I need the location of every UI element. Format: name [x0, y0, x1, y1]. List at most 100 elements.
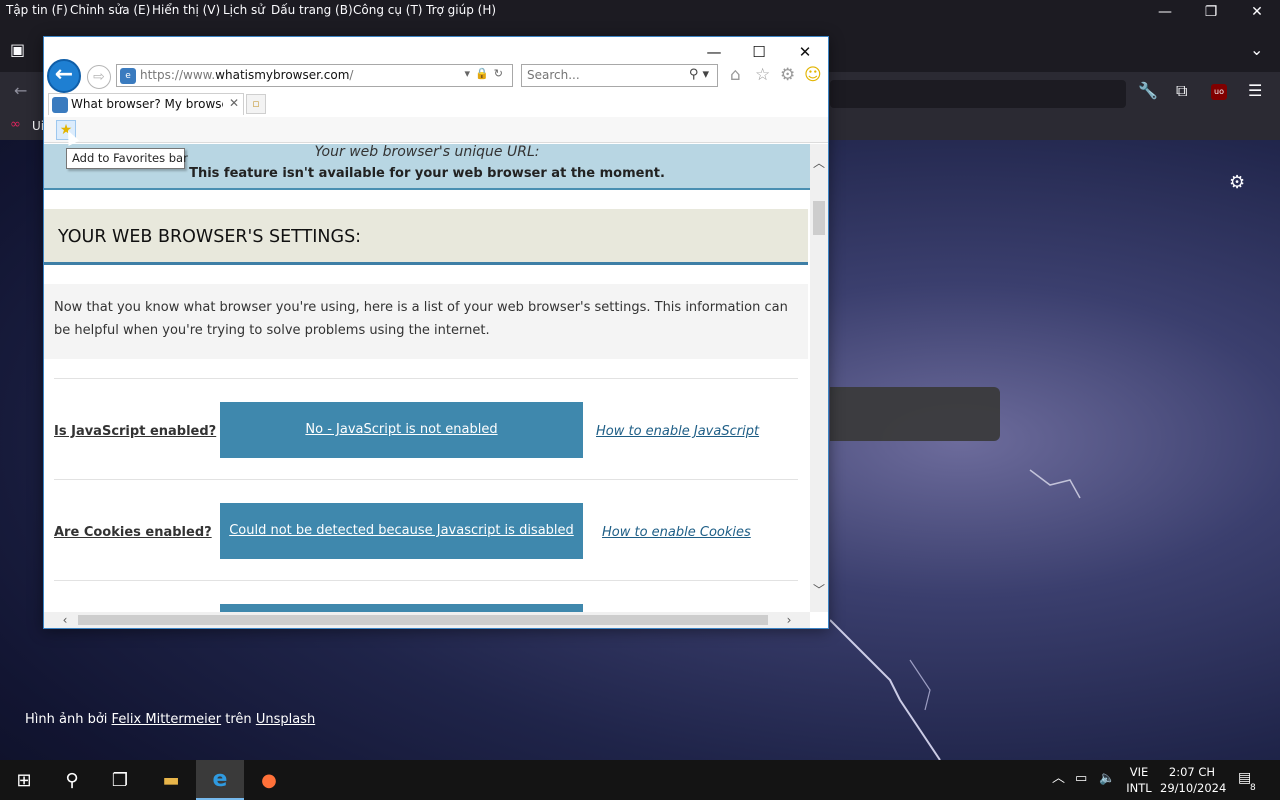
- firefox-view-icon[interactable]: ▣: [10, 40, 25, 59]
- address-suffix: /: [349, 68, 354, 82]
- tools-gear-icon[interactable]: ⚙: [780, 65, 795, 85]
- menu-hamburger-icon[interactable]: ☰: [1248, 81, 1262, 100]
- new-tab-button[interactable]: ▫: [246, 94, 266, 114]
- scroll-left-icon[interactable]: ‹: [56, 612, 74, 628]
- forward-arrow-icon: ⇨: [93, 69, 105, 85]
- tab-title: What browser? My browser...: [71, 97, 223, 111]
- settings-heading-box: YOUR WEB BROWSER'S SETTINGS:: [44, 209, 808, 265]
- address-bar[interactable]: e https://www.whatismybrowser.com/ ▾🔒↻: [116, 64, 513, 87]
- firefox-menubar: Tập tin (F) Chỉnh sửa (E) Hiển thị (V) L…: [0, 0, 1280, 24]
- task-view-icon[interactable]: ❐: [96, 760, 144, 800]
- photo-credit: Hình ảnh bởi Felix Mittermeier trên Unsp…: [25, 712, 315, 727]
- menu-bookmarks[interactable]: Dấu trang (B): [271, 3, 353, 17]
- setting-row-javascript: Is JavaScript enabled? No - JavaScript i…: [54, 378, 798, 479]
- lock-icon[interactable]: 🔒: [475, 67, 494, 80]
- address-text[interactable]: https://www.whatismybrowser.com/: [140, 68, 353, 82]
- credit-prefix: Hình ảnh bởi: [25, 712, 108, 727]
- settings-intro: Now that you know what browser you're us…: [44, 284, 808, 359]
- back-arrow-icon: ←: [54, 62, 74, 87]
- wrench-icon[interactable]: 🔧: [1138, 81, 1158, 100]
- smiley-feedback-icon[interactable]: ☺: [804, 65, 822, 85]
- scroll-right-icon[interactable]: ›: [780, 612, 798, 628]
- vertical-scroll-thumb[interactable]: [813, 201, 825, 235]
- notification-count: 8: [1250, 783, 1256, 793]
- address-actions: ▾🔒↻: [465, 67, 508, 80]
- list-tabs-icon[interactable]: ⌄: [1250, 40, 1263, 59]
- scroll-down-icon[interactable]: ﹀: [810, 581, 828, 599]
- scroll-up-icon[interactable]: ︿: [810, 154, 828, 172]
- favorites-star-icon[interactable]: ☆: [755, 65, 770, 85]
- javascript-status-button[interactable]: No - JavaScript is not enabled: [220, 402, 583, 458]
- start-windows-icon[interactable]: ⊞: [0, 760, 48, 800]
- clock-time: 2:07 CH: [1168, 765, 1216, 779]
- credit-mid: trên: [225, 712, 252, 727]
- setting-row-cookies: Are Cookies enabled? Could not be detect…: [54, 479, 798, 580]
- ff-back-icon[interactable]: ←: [14, 81, 27, 100]
- clock[interactable]: 2:07 CH 29/10/2024: [1160, 764, 1227, 796]
- menu-edit[interactable]: Chỉnh sửa (E): [70, 3, 150, 17]
- vertical-scrollbar[interactable]: ︿ ﹀: [810, 144, 828, 612]
- horizontal-scroll-thumb[interactable]: [78, 615, 768, 625]
- show-hidden-icons-icon[interactable]: ︿: [1052, 771, 1065, 787]
- tab-favicon-icon: [52, 97, 68, 113]
- home-icon[interactable]: ⌂: [730, 65, 741, 85]
- page-content: Your web browser's unique URL: This feat…: [44, 144, 810, 612]
- favorites-bar: ★: [44, 117, 828, 143]
- firefox-taskbar-icon[interactable]: ●: [245, 760, 293, 800]
- restore-icon[interactable]: ❐: [1196, 4, 1226, 24]
- lang-bottom: INTL: [1126, 781, 1152, 795]
- settings-gear-icon[interactable]: ⚙: [1229, 172, 1245, 193]
- enable-javascript-link[interactable]: How to enable JavaScript: [596, 424, 759, 439]
- search-box[interactable]: ⚲ ▾: [521, 64, 718, 87]
- menu-history[interactable]: Lịch sử: [223, 3, 265, 17]
- cookies-question-link[interactable]: Are Cookies enabled?: [54, 525, 212, 540]
- credit-author-link[interactable]: Felix Mittermeier: [112, 712, 222, 727]
- background-panel: [830, 387, 1000, 441]
- ie-chrome: — ☐ ✕ ← ⇨ e https://www.whatismybrowser.…: [44, 37, 828, 145]
- cookies-status-button[interactable]: Could not be detected because Javascript…: [220, 503, 583, 559]
- new-tab-icon: ▫: [252, 97, 260, 110]
- address-prefix: https://www.: [140, 68, 216, 82]
- tab-active[interactable]: What browser? My browser... ✕: [48, 93, 244, 115]
- windows-taskbar: ⊞ ⚲ ❐ ▬ e ● ︿ ▭ 🔈 VIE INTL 2:07 CH 29/10…: [0, 760, 1280, 800]
- site-favicon-icon: e: [120, 68, 136, 84]
- back-button[interactable]: ←: [47, 59, 81, 93]
- input-language-indicator[interactable]: VIE INTL: [1122, 764, 1156, 796]
- lightning-decoration: [830, 469, 1081, 760]
- bookmark-icon[interactable]: ∞: [10, 117, 21, 132]
- credit-site-link[interactable]: Unsplash: [256, 712, 315, 727]
- forward-button[interactable]: ⇨: [87, 65, 111, 89]
- menu-view[interactable]: Hiển thị (V): [152, 3, 220, 17]
- javascript-question-link[interactable]: Is JavaScript enabled?: [54, 424, 216, 439]
- firefox-url-field[interactable]: [830, 80, 1126, 108]
- lang-top: VIE: [1129, 765, 1149, 779]
- close-icon[interactable]: ✕: [1242, 4, 1272, 24]
- network-icon[interactable]: ▭: [1075, 771, 1087, 787]
- enable-cookies-link[interactable]: How to enable Cookies: [602, 525, 751, 540]
- next-status-button[interactable]: [220, 604, 583, 612]
- extensions-icon[interactable]: ⧉: [1176, 81, 1187, 101]
- setting-row-next: [54, 580, 798, 612]
- refresh-icon[interactable]: ↻: [494, 67, 508, 80]
- menu-tools[interactable]: Công cụ (T): [353, 3, 422, 17]
- ie-minimize-icon[interactable]: —: [697, 41, 731, 63]
- search-input[interactable]: [527, 68, 677, 82]
- horizontal-scrollbar[interactable]: ‹ ›: [44, 612, 810, 628]
- menu-help[interactable]: Trợ giúp (H): [426, 3, 496, 17]
- ie-maximize-icon[interactable]: ☐: [742, 41, 776, 63]
- file-explorer-icon[interactable]: ▬: [147, 760, 195, 800]
- menu-file[interactable]: Tập tin (F): [6, 3, 68, 17]
- ie-close-icon[interactable]: ✕: [788, 41, 822, 63]
- address-host: whatismybrowser.com: [215, 68, 350, 82]
- dropdown-icon[interactable]: ▾: [465, 67, 476, 80]
- clock-date: 29/10/2024: [1160, 781, 1227, 795]
- ie-window: — ☐ ✕ ← ⇨ e https://www.whatismybrowser.…: [43, 36, 829, 629]
- minimize-icon[interactable]: —: [1150, 4, 1180, 24]
- ublock-icon[interactable]: uo: [1211, 84, 1227, 100]
- search-icon[interactable]: ⚲ ▾: [689, 67, 709, 82]
- intro-text: Now that you know what browser you're us…: [54, 300, 788, 338]
- tab-close-icon[interactable]: ✕: [229, 96, 239, 110]
- internet-explorer-icon[interactable]: e: [196, 760, 244, 800]
- taskbar-search-icon[interactable]: ⚲: [48, 760, 96, 800]
- volume-muted-icon[interactable]: 🔈: [1099, 771, 1115, 787]
